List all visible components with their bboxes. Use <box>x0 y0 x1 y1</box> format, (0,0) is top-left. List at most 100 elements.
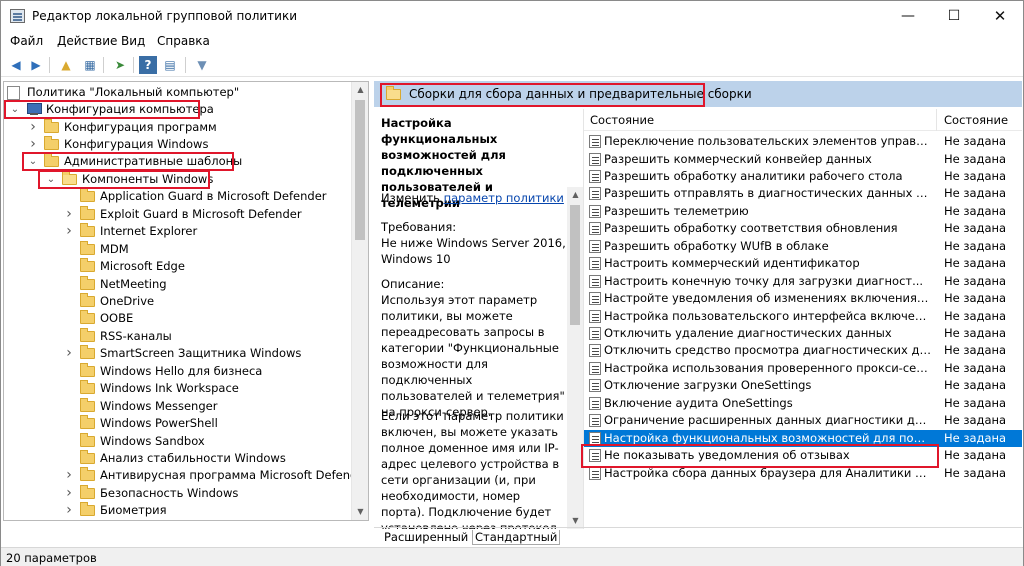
scroll-up-arrow-icon[interactable]: ▲ <box>567 187 583 203</box>
tree-item[interactable]: Windows PowerShell <box>4 415 349 432</box>
policy-state: Не задана <box>944 186 1007 201</box>
forward-icon[interactable]: ▶ <box>27 56 45 74</box>
policy-row[interactable]: Разрешить обработку соответствия обновле… <box>584 220 1022 237</box>
policy-row[interactable]: Разрешить отправлять в диагностических д… <box>584 185 1022 202</box>
chevron-right-icon[interactable]: › <box>28 119 38 136</box>
tree-item[interactable]: NetMeeting <box>4 275 349 293</box>
tree-item[interactable]: › SmartScreen Защитника Windows <box>4 345 349 362</box>
help-icon[interactable]: ? <box>139 56 157 74</box>
scroll-down-arrow-icon[interactable]: ▼ <box>352 504 368 520</box>
tree-item[interactable]: Microsoft Edge <box>4 258 349 275</box>
chevron-placeholder <box>64 398 74 415</box>
minimize-button[interactable]: — <box>885 1 931 31</box>
policy-row[interactable]: Настройка пользовательского интерфейса в… <box>584 308 1022 325</box>
policy-row[interactable]: Настроить коммерческий идентификатор Не з… <box>584 255 1022 272</box>
chevron-right-icon[interactable]: › <box>64 485 74 502</box>
policy-row[interactable]: Отключить удаление диагностических данны… <box>584 325 1022 342</box>
folder-icon <box>44 118 59 133</box>
tree-scrollbar[interactable]: ▲ ▼ <box>351 82 368 520</box>
tree-item-label: Internet Explorer <box>100 224 198 239</box>
tree-item[interactable]: › Конфигурация Windows <box>4 135 349 153</box>
chevron-right-icon[interactable]: › <box>28 136 38 153</box>
tree-item[interactable]: Application Guard в Microsoft Defender <box>4 188 349 205</box>
tab-extended[interactable]: Расширенный <box>382 530 470 544</box>
edit-prefix: Изменить <box>381 191 440 205</box>
policy-row[interactable]: Настройка сбора данных браузера для Анал… <box>584 465 1022 482</box>
scroll-thumb[interactable] <box>570 205 580 325</box>
policy-row[interactable]: Настройка использования проверенного про… <box>584 360 1022 377</box>
menu-help[interactable]: Справка <box>157 34 210 48</box>
menu-action[interactable]: Действие <box>57 34 117 48</box>
tree-item[interactable]: ⌄ Конфигурация компьютера <box>4 101 349 118</box>
tree-item[interactable]: › Безопасность Windows <box>4 484 349 502</box>
policy-row[interactable]: Переключение пользовательских элементов … <box>584 133 1022 150</box>
tree-item[interactable]: › Exploit Guard в Microsoft Defender <box>4 205 349 223</box>
tree-item[interactable]: › Биометрия <box>4 502 349 519</box>
export-list-icon[interactable]: ➤ <box>111 56 129 74</box>
view-tabs: Расширенный Стандартный <box>374 527 1022 545</box>
tree-item[interactable]: Windows Sandbox <box>4 432 349 450</box>
tree-item[interactable]: OOBE <box>4 310 349 327</box>
description-scrollbar[interactable]: ▲ ▼ <box>567 187 583 529</box>
chevron-right-icon[interactable]: › <box>64 467 74 484</box>
tree-item[interactable]: › Конфигурация программ <box>4 118 349 136</box>
tree-item-label: OneDrive <box>100 293 155 308</box>
policy-name: Отключение загрузки OneSettings <box>604 378 812 393</box>
properties-icon[interactable]: ▤ <box>161 56 179 74</box>
tree-item[interactable]: ⌄ Компоненты Windows <box>4 170 349 188</box>
policy-row[interactable]: Не показывать уведомления об отзывах Не з… <box>584 447 1022 464</box>
up-folder-icon[interactable]: ▲ <box>57 56 75 74</box>
edit-policy-link[interactable]: параметр политики <box>444 191 564 205</box>
chevron-right-icon[interactable]: › <box>64 345 74 362</box>
chevron-down-icon[interactable]: ⌄ <box>28 153 38 170</box>
scroll-up-arrow-icon[interactable]: ▲ <box>352 82 368 98</box>
policy-name: Разрешить отправлять в диагностических д… <box>604 186 932 201</box>
title-bar: Редактор локальной групповой политики — … <box>1 1 1023 31</box>
tree-item[interactable]: Windows Ink Workspace <box>4 380 349 397</box>
chevron-right-icon[interactable]: › <box>64 502 74 519</box>
filter-icon[interactable]: ▼ <box>193 56 211 74</box>
scroll-thumb[interactable] <box>355 100 365 240</box>
tree-item[interactable]: Windows Messenger <box>4 397 349 415</box>
gpedit-app-icon <box>10 9 25 23</box>
chevron-down-icon[interactable]: ⌄ <box>10 101 20 118</box>
settings-list: Состояние Состояние Переключение пользов… <box>584 109 1022 529</box>
tree-item[interactable]: ⌄ Административные шаблоны <box>4 153 349 170</box>
policy-row[interactable]: Разрешить обработку WUfB в облаке Не зада… <box>584 238 1022 255</box>
tree-item[interactable]: › Антивирусная программа Microsoft Defend… <box>4 467 368 484</box>
policy-row[interactable]: Разрешить телеметрию Не задана <box>584 203 1022 220</box>
chevron-right-icon[interactable]: › <box>64 223 74 240</box>
chevron-down-icon[interactable]: ⌄ <box>46 171 56 188</box>
policy-row[interactable]: Отключить средство просмотра диагностиче… <box>584 342 1022 359</box>
policy-name: Ограничение расширенных данных диагности… <box>604 413 932 428</box>
maximize-button[interactable]: ☐ <box>931 1 977 31</box>
policy-setting-icon <box>589 431 601 445</box>
chevron-right-icon[interactable]: › <box>64 206 74 223</box>
policy-row[interactable]: Разрешить коммерческий конвейер данных Не… <box>584 151 1022 168</box>
folder-icon <box>80 380 95 395</box>
policy-row[interactable]: Разрешить обработку аналитики рабочего с… <box>584 168 1022 185</box>
column-header-setting[interactable]: Состояние <box>590 113 654 127</box>
close-button[interactable]: ✕ <box>977 1 1023 31</box>
tree-item[interactable]: MDM <box>4 240 349 258</box>
column-header-state[interactable]: Состояние <box>944 113 1008 127</box>
tree-item[interactable]: Windows Hello для бизнеса <box>4 362 349 380</box>
tree-item[interactable]: RSS-каналы <box>4 327 349 345</box>
policy-row[interactable]: Настройте уведомления об изменениях вклю… <box>584 290 1022 307</box>
tree-item[interactable]: Анализ стабильности Windows <box>4 450 349 467</box>
tab-standard[interactable]: Стандартный <box>472 530 561 545</box>
tree-item[interactable]: OneDrive <box>4 292 349 310</box>
back-icon[interactable]: ◀ <box>7 56 25 74</box>
tree-item[interactable]: › Internet Explorer <box>4 223 349 240</box>
policy-row[interactable]: Настройка функциональных возможностей дл… <box>584 429 1022 447</box>
chevron-placeholder <box>64 310 74 327</box>
policy-row[interactable]: Отключение загрузки OneSettings Не задана <box>584 377 1022 394</box>
show-hide-tree-icon[interactable]: ▦ <box>81 56 99 74</box>
policy-row[interactable]: Включение аудита OneSettings Не задана <box>584 395 1022 412</box>
menu-bar: Файл Действие Вид Справка <box>1 31 1023 51</box>
menu-file[interactable]: Файл <box>10 34 43 48</box>
column-divider[interactable] <box>936 109 937 131</box>
policy-row[interactable]: Ограничение расширенных данных диагности… <box>584 412 1022 429</box>
menu-view[interactable]: Вид <box>121 34 145 48</box>
policy-row[interactable]: Настроить конечную точку для загрузки ди… <box>584 273 1022 290</box>
